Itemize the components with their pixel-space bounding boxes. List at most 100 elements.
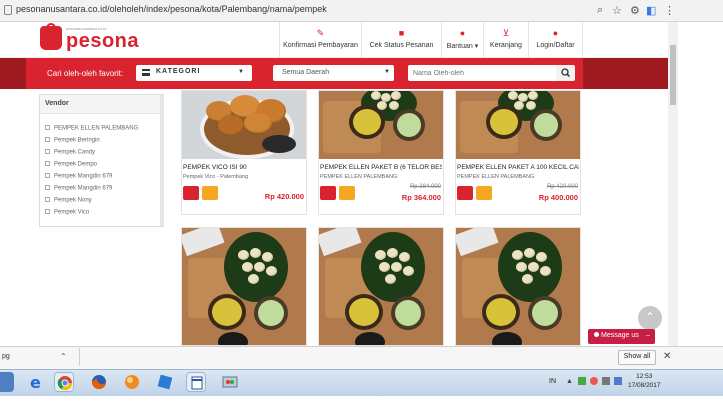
chrome-icon[interactable]: [54, 372, 74, 392]
kategori-label: KATEGORI: [156, 68, 201, 75]
add-to-cart-button[interactable]: [320, 186, 336, 200]
show-all-button[interactable]: Show all: [618, 350, 656, 365]
volume-icon[interactable]: [614, 377, 622, 385]
close-icon[interactable]: ✕: [663, 351, 671, 362]
product-price: Rp 400.000: [538, 193, 578, 202]
vendor-option[interactable]: Pempek Candy: [45, 149, 95, 156]
chevron-up-icon[interactable]: ⌃: [60, 352, 67, 361]
message-us-label: Message us: [601, 332, 639, 339]
word-icon[interactable]: [186, 372, 206, 392]
wishlist-button[interactable]: [476, 186, 492, 200]
start-button[interactable]: [0, 372, 14, 392]
product-image[interactable]: [456, 91, 580, 159]
checkbox[interactable]: [45, 209, 50, 214]
product-card[interactable]: PEMPEK ELLEN PAKET A 100 KECIL CAMP... P…: [455, 90, 581, 215]
wishlist-button[interactable]: [339, 186, 355, 200]
nav-cek-status-pesanan[interactable]: ■ Cek Status Pesanan: [361, 22, 441, 58]
tray-chevron-icon[interactable]: ▲: [566, 378, 573, 385]
search-icon[interactable]: ⌕: [597, 4, 603, 17]
logo-text[interactable]: pesona: [66, 30, 139, 53]
vendor-label: Pempek Mangdin 679: [54, 173, 113, 180]
browser-orb-icon[interactable]: [122, 372, 142, 392]
product-price: Rp 420.000: [264, 192, 304, 201]
nav-label: Keranjang: [490, 42, 522, 49]
tray-app-icon[interactable]: [578, 377, 586, 385]
product-name[interactable]: PEMPEK ELLEN PAKET B (6 TELOR BESAR...: [320, 164, 442, 171]
vendor-option[interactable]: Pempek Dempo: [45, 161, 97, 168]
nav-label: Cek Status Pesanan: [369, 42, 434, 49]
language-indicator[interactable]: IN: [549, 378, 556, 385]
checkbox[interactable]: [45, 125, 50, 130]
system-clock[interactable]: 12:53 17/08/2017: [628, 372, 661, 390]
vendor-label: Pempek Nony: [54, 197, 92, 204]
product-image[interactable]: [182, 228, 306, 345]
add-to-cart-button[interactable]: [183, 186, 199, 200]
search-input[interactable]: [408, 65, 556, 81]
product-vendor: Pempek Vico - Palembang: [183, 174, 249, 180]
wishlist-button[interactable]: [202, 186, 218, 200]
message-us-button[interactable]: Message us –: [588, 329, 655, 344]
nav-label: Login/Daftar: [536, 42, 575, 49]
add-to-cart-button[interactable]: [457, 186, 473, 200]
product-image[interactable]: [456, 228, 580, 345]
page-info-icon[interactable]: [4, 5, 12, 15]
product-card[interactable]: PEMPEK ELLEN PAKET B (6 TELOR BESAR... P…: [318, 90, 444, 215]
vendor-label: PEMPEK ELLEN PALEMBANG: [54, 125, 139, 132]
checkbox[interactable]: [45, 173, 50, 178]
tray-app-icon[interactable]: [590, 377, 598, 385]
svg-text:e: e: [30, 373, 41, 392]
vendor-label: Pempek Mangdin 679: [54, 185, 113, 192]
vendor-label: Pempek Beringin: [54, 137, 100, 144]
checkbox[interactable]: [45, 197, 50, 202]
url-text[interactable]: pesonanusantara.co.id/oleholeh/index/pes…: [16, 4, 327, 14]
screen-bottom-margin: [0, 396, 723, 406]
help-icon: ●: [459, 28, 466, 38]
paint-icon[interactable]: [220, 372, 240, 392]
download-file-name[interactable]: pg: [2, 353, 10, 360]
extension-icon[interactable]: ⚙: [630, 4, 640, 17]
bookmark-star-icon[interactable]: ☆: [612, 4, 622, 17]
page-scrollbar-thumb[interactable]: [670, 45, 676, 105]
product-old-price: Rp 420.000: [546, 184, 578, 190]
checkbox[interactable]: [45, 149, 50, 154]
checkbox[interactable]: [45, 137, 50, 142]
ie-icon[interactable]: e: [26, 372, 46, 392]
vendor-option[interactable]: Pempek Beringin: [45, 137, 100, 144]
product-card[interactable]: [181, 227, 307, 346]
product-name[interactable]: PEMPEK ELLEN PAKET A 100 KECIL CAMP...: [457, 164, 579, 171]
product-image[interactable]: [319, 91, 443, 159]
back-to-top-button[interactable]: ⌃: [638, 306, 662, 330]
product-card[interactable]: PEMPEK VICO ISI 90 Pempek Vico - Palemba…: [181, 90, 307, 215]
product-card[interactable]: [318, 227, 444, 346]
network-icon[interactable]: [602, 377, 610, 385]
vendor-option[interactable]: Pempek Nony: [45, 197, 92, 204]
product-card[interactable]: [455, 227, 581, 346]
app-icon[interactable]: [155, 372, 175, 392]
edit-icon: ✎: [316, 28, 325, 38]
product-image[interactable]: [182, 91, 306, 159]
nav-konfirmasi-pembayaran[interactable]: ✎ Konfirmasi Pembayaran: [279, 22, 361, 58]
firefox-icon[interactable]: [89, 372, 109, 392]
nav-bantuan[interactable]: ● Bantuan ▾: [441, 22, 483, 58]
search-bar-left-accent: [0, 58, 26, 89]
vendor-option[interactable]: Pempek Mangdin 679: [45, 185, 112, 192]
vendor-scrollbar[interactable]: [160, 95, 164, 226]
vendor-option[interactable]: Pempek Mangdin 679: [45, 173, 112, 180]
product-name[interactable]: PEMPEK VICO ISI 90: [183, 164, 305, 171]
nav-login-daftar[interactable]: ● Login/Daftar: [528, 22, 583, 58]
checkbox[interactable]: [45, 185, 50, 190]
kategori-dropdown[interactable]: KATEGORI ▼: [136, 65, 252, 81]
vendor-label: Pempek Dempo: [54, 161, 98, 168]
nav-keranjang[interactable]: ⊻ Keranjang: [483, 22, 528, 58]
product-image[interactable]: [319, 228, 443, 345]
product-price: Rp 364.000: [401, 193, 441, 202]
vendor-option[interactable]: Pempek Vico: [45, 209, 89, 216]
minimize-icon[interactable]: –: [646, 332, 650, 339]
checkbox[interactable]: [45, 161, 50, 166]
vendor-option[interactable]: PEMPEK ELLEN PALEMBANG: [45, 125, 138, 132]
logo-bag-icon[interactable]: [40, 26, 62, 50]
daerah-select[interactable]: Semua Daerah ▼: [273, 65, 394, 81]
search-button[interactable]: [556, 65, 575, 81]
translate-icon[interactable]: ◧: [646, 4, 656, 17]
menu-icon[interactable]: ⋮: [664, 4, 675, 17]
